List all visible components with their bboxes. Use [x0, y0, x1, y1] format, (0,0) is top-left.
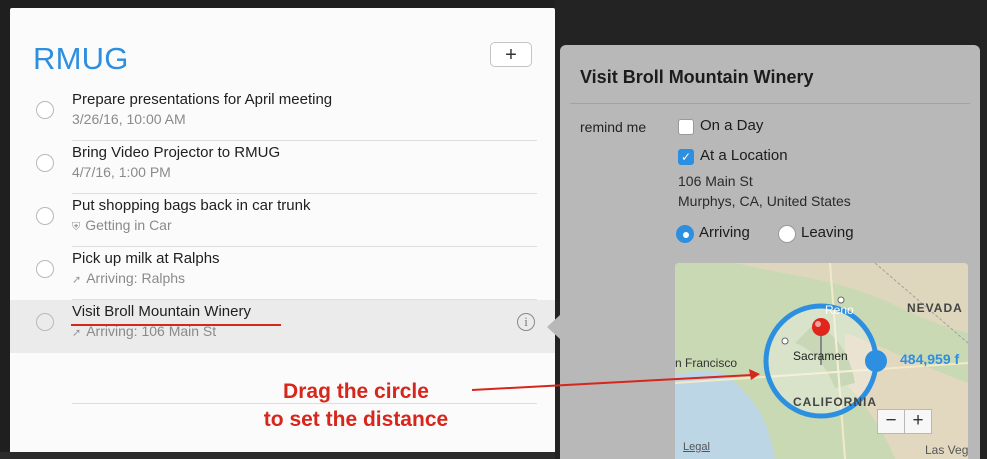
- detail-title: Visit Broll Mountain Winery: [580, 67, 814, 87]
- complete-checkbox[interactable]: [36, 207, 54, 225]
- reminder-trigger: ➚ Arriving: 106 Main St: [72, 323, 216, 339]
- on-a-day-label[interactable]: On a Day: [700, 117, 763, 134]
- radius-distance-label: 484,959 f: [900, 351, 960, 367]
- reminder-detail-popover: Visit Broll Mountain Winery remind me On…: [560, 45, 980, 459]
- leaving-label[interactable]: Leaving: [801, 224, 854, 241]
- reminder-due-date: 4/7/16, 1:00 PM: [72, 164, 171, 180]
- arriving-radio[interactable]: [676, 225, 694, 243]
- car-icon: ⛨: [72, 221, 81, 233]
- map-label-san-francisco: n Francisco: [675, 356, 738, 370]
- window-bottom-edge: [0, 452, 555, 459]
- reminder-item[interactable]: Prepare presentations for April meeting …: [10, 88, 555, 141]
- map-label-sacramento: Sacramen: [793, 349, 848, 363]
- location-arrow-icon: ➚: [72, 327, 82, 339]
- map-label-california: CALIFORNIA: [793, 395, 877, 409]
- reminder-title[interactable]: Bring Video Projector to RMUG: [72, 144, 280, 161]
- divider: [570, 103, 970, 104]
- map-label-reno: Reno: [825, 303, 854, 317]
- on-a-day-checkbox[interactable]: [678, 119, 694, 135]
- reminder-trigger: ⛨ Getting in Car: [72, 217, 172, 234]
- remind-me-label: remind me: [580, 119, 647, 135]
- annotation-text: Drag the circle to set the distance: [226, 378, 486, 434]
- reminder-title[interactable]: Prepare presentations for April meeting: [72, 91, 332, 108]
- reminder-trigger-text: Arriving: 106 Main St: [86, 323, 217, 339]
- complete-checkbox[interactable]: [36, 101, 54, 119]
- complete-checkbox[interactable]: [36, 313, 54, 331]
- zoom-in-button[interactable]: +: [904, 409, 932, 434]
- location-address-line1[interactable]: 106 Main St: [678, 173, 753, 189]
- reminder-trigger-text: Getting in Car: [85, 217, 172, 233]
- map-legal-link[interactable]: Legal: [683, 441, 710, 453]
- zoom-out-button[interactable]: −: [877, 409, 905, 434]
- complete-checkbox[interactable]: [36, 154, 54, 172]
- arriving-label[interactable]: Arriving: [699, 224, 750, 241]
- leaving-radio[interactable]: [778, 225, 796, 243]
- location-arrow-icon: ➚: [72, 274, 82, 286]
- annotation-line-2: to set the distance: [263, 408, 449, 431]
- reminder-item[interactable]: Pick up milk at Ralphs ➚ Arriving: Ralphs: [10, 247, 555, 300]
- map-label-nevada: NEVADA: [907, 301, 963, 315]
- reminder-title[interactable]: Put shopping bags back in car trunk: [72, 197, 310, 214]
- reminder-title[interactable]: Pick up milk at Ralphs: [72, 250, 220, 267]
- map-label-las-vegas: Las Veg: [925, 443, 968, 457]
- annotation-line-1: Drag the circle: [283, 380, 429, 403]
- list-title: RMUG: [33, 41, 129, 76]
- reminder-trigger-text: Arriving: Ralphs: [86, 270, 186, 286]
- add-reminder-button[interactable]: +: [490, 42, 532, 67]
- info-icon[interactable]: i: [517, 313, 535, 331]
- at-a-location-label[interactable]: At a Location: [700, 147, 788, 164]
- reminder-title[interactable]: Visit Broll Mountain Winery: [72, 303, 251, 320]
- reminder-item[interactable]: Bring Video Projector to RMUG 4/7/16, 1:…: [10, 141, 555, 194]
- complete-checkbox[interactable]: [36, 260, 54, 278]
- popover-pointer: [547, 315, 560, 339]
- reminder-trigger: ➚ Arriving: Ralphs: [72, 270, 185, 286]
- at-a-location-checkbox[interactable]: ✓: [678, 149, 694, 165]
- reminder-item[interactable]: Put shopping bags back in car trunk ⛨ Get…: [10, 194, 555, 247]
- location-map[interactable]: Reno NEVADA n Francisco Sacramen CALIFOR…: [675, 263, 968, 459]
- reminder-due-date: 3/26/16, 10:00 AM: [72, 111, 186, 127]
- reminder-list: Prepare presentations for April meeting …: [10, 88, 555, 353]
- reminder-item-selected[interactable]: Visit Broll Mountain Winery ➚ Arriving: 1…: [10, 300, 555, 353]
- location-address-line2[interactable]: Murphys, CA, United States: [678, 193, 851, 209]
